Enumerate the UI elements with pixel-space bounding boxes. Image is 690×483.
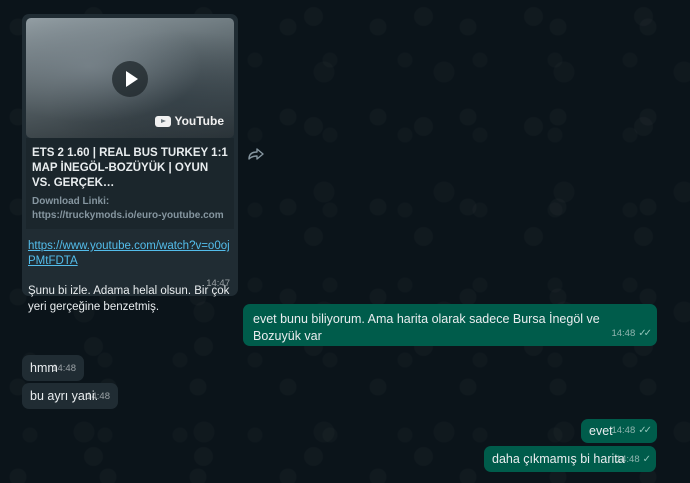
youtube-logo: YouTube <box>155 113 224 130</box>
message-time: 14:48 ✓✓ <box>611 425 652 436</box>
video-url-link[interactable]: https://www.youtube.com/watch?v=o0ojPMtF… <box>28 239 232 269</box>
double-check-icon: ✓✓ <box>638 328 652 339</box>
message-text: evet bunu biliyorum. Ama harita olarak s… <box>253 312 600 343</box>
message-text: evet <box>589 424 613 438</box>
double-check-icon: ✓✓ <box>638 425 652 436</box>
message-text: Şunu bi izle. Adama helal olsun. Bir çok… <box>28 285 230 313</box>
message-text: daha çıkmamış bi harita <box>492 452 625 466</box>
check-icon: ✓ <box>642 454 652 465</box>
message-time: 14:47 <box>206 278 230 289</box>
link-preview[interactable]: ETS 2 1.60 | REAL BUS TURKEY 1:1 MAP İNE… <box>26 138 234 229</box>
outgoing-message[interactable]: evet 14:48 ✓✓ <box>581 419 657 443</box>
youtube-brand: YouTube <box>174 114 224 128</box>
outgoing-message[interactable]: daha çıkmamış bi harita 14:48 ✓ <box>484 446 656 472</box>
outgoing-message[interactable]: evet bunu biliyorum. Ama harita olarak s… <box>243 304 657 346</box>
message-time: 14:48 <box>86 391 110 402</box>
play-icon[interactable] <box>112 61 148 97</box>
message-time: 14:48 <box>52 363 76 374</box>
forward-icon[interactable] <box>246 146 266 162</box>
incoming-message[interactable]: hmm 14:48 <box>22 355 84 381</box>
message-time: 14:48 ✓✓ <box>611 328 652 339</box>
incoming-link-message[interactable]: YouTube ETS 2 1.60 | REAL BUS TURKEY 1:1… <box>22 14 238 313</box>
video-thumbnail[interactable]: YouTube <box>26 18 234 138</box>
link-description: Download Linki: https://truckymods.io/eu… <box>32 196 224 221</box>
youtube-icon <box>155 116 172 127</box>
link-title: ETS 2 1.60 | REAL BUS TURKEY 1:1 MAP İNE… <box>32 147 228 189</box>
message-time: 14:48 ✓ <box>615 454 652 465</box>
incoming-message[interactable]: bu ayrı yani. 14:48 <box>22 383 118 409</box>
